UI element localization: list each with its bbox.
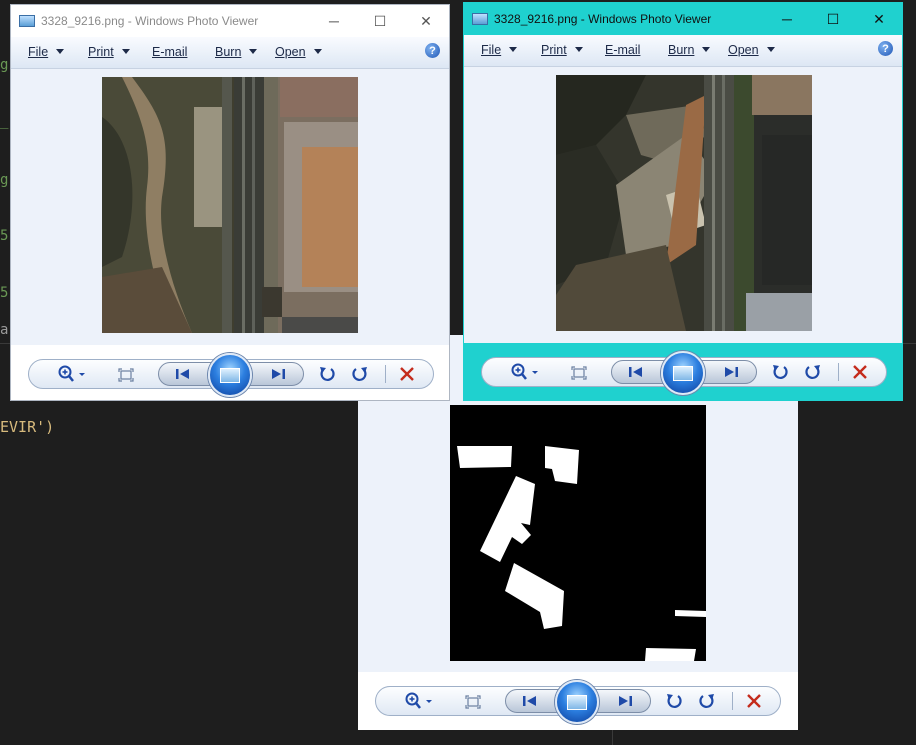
- delete-icon[interactable]: [850, 363, 870, 381]
- zoom-icon[interactable]: [55, 365, 91, 383]
- previous-icon[interactable]: [518, 692, 542, 710]
- menu-burn[interactable]: Burn: [668, 43, 711, 57]
- menu-open[interactable]: Open: [275, 45, 322, 59]
- title-bar[interactable]: 3328_9216.png - Windows Photo Viewer ─ ☐…: [464, 3, 902, 35]
- delete-icon[interactable]: [744, 692, 764, 710]
- window-title: 3328_9216.png - Windows Photo Viewer: [41, 14, 259, 28]
- minimize-button[interactable]: ─: [764, 3, 810, 35]
- menu-label: E-mail: [605, 43, 641, 57]
- chevron-down-icon: [574, 47, 583, 52]
- chevron-down-icon: [249, 49, 258, 54]
- rotate-cw-icon[interactable]: [697, 691, 717, 711]
- code-fragment: g: [0, 57, 9, 73]
- rotate-cw-icon[interactable]: [350, 364, 370, 384]
- rotate-cw-icon[interactable]: [803, 362, 823, 382]
- app-icon: [472, 13, 488, 25]
- menu-label: Print: [541, 43, 567, 57]
- next-icon[interactable]: [719, 363, 743, 381]
- zoom-icon[interactable]: [508, 363, 544, 381]
- rotate-ccw-icon[interactable]: [770, 362, 790, 382]
- title-bar[interactable]: 3328_9216.png - Windows Photo Viewer ─ ☐…: [11, 5, 449, 37]
- next-icon[interactable]: [613, 692, 637, 710]
- maximize-button[interactable]: ☐: [810, 3, 856, 35]
- previous-icon[interactable]: [171, 365, 195, 383]
- chevron-down-icon: [509, 47, 518, 52]
- photo-viewer-window-right[interactable]: 3328_9216.png - Windows Photo Viewer ─ ☐…: [463, 2, 903, 401]
- menu-file[interactable]: File: [481, 43, 518, 57]
- aerial-photo: [556, 75, 812, 331]
- code-fragment: _: [0, 113, 9, 129]
- next-icon[interactable]: [266, 365, 290, 383]
- toolbar-separator: [732, 692, 733, 710]
- chevron-down-icon: [702, 47, 711, 52]
- close-button[interactable]: ✕: [403, 5, 449, 37]
- code-fragment: 5: [0, 228, 9, 244]
- viewer-toolbar: [358, 672, 798, 730]
- image-canvas: [464, 67, 902, 343]
- menu-email[interactable]: E-mail: [605, 43, 640, 57]
- menu-open[interactable]: Open: [728, 43, 775, 57]
- menu-print[interactable]: Print: [88, 45, 130, 59]
- actual-size-icon[interactable]: [464, 694, 482, 710]
- chevron-down-icon: [313, 49, 322, 54]
- menu-label: Open: [275, 45, 306, 59]
- aerial-photo: [102, 77, 358, 333]
- photo-viewer-window-left[interactable]: 3328_9216.png - Windows Photo Viewer ─ ☐…: [10, 4, 450, 401]
- menu-label: E-mail: [152, 45, 188, 59]
- menu-file[interactable]: File: [28, 45, 65, 59]
- help-icon[interactable]: ?: [425, 43, 440, 58]
- code-fragment: 5: [0, 285, 9, 301]
- toolbar-separator: [838, 363, 839, 381]
- viewer-toolbar: [464, 343, 902, 400]
- viewer-toolbar: [11, 345, 449, 400]
- chevron-down-icon: [56, 49, 65, 54]
- help-icon[interactable]: ?: [878, 41, 893, 56]
- toolbar-separator: [385, 365, 386, 383]
- code-fragment: a: [0, 322, 9, 338]
- menu-label: File: [481, 43, 502, 57]
- menu-burn[interactable]: Burn: [215, 45, 258, 59]
- mask-image: [450, 405, 706, 661]
- menu-bar: File Print E-mail Burn Open ?: [11, 37, 449, 69]
- chevron-down-icon: [766, 47, 775, 52]
- delete-icon[interactable]: [397, 365, 417, 383]
- chevron-down-icon: [121, 49, 130, 54]
- menu-print[interactable]: Print: [541, 43, 583, 57]
- slideshow-icon[interactable]: [661, 351, 705, 395]
- code-line: EVIR'): [0, 418, 55, 436]
- rotate-ccw-icon[interactable]: [664, 691, 684, 711]
- menu-label: Print: [88, 45, 114, 59]
- slideshow-icon[interactable]: [208, 353, 252, 397]
- menu-label: File: [28, 45, 49, 59]
- actual-size-icon[interactable]: [117, 367, 135, 383]
- code-fragment: g: [0, 172, 9, 188]
- menu-label: Burn: [668, 43, 695, 57]
- menu-bar: File Print E-mail Burn Open ?: [464, 35, 902, 67]
- menu-email[interactable]: E-mail: [152, 45, 187, 59]
- close-button[interactable]: ✕: [856, 3, 902, 35]
- zoom-icon[interactable]: [402, 692, 438, 710]
- menu-label: Burn: [215, 45, 242, 59]
- window-title: 3328_9216.png - Windows Photo Viewer: [494, 12, 712, 26]
- maximize-button[interactable]: ☐: [357, 5, 403, 37]
- app-icon: [19, 15, 35, 27]
- image-canvas: [11, 69, 449, 345]
- rotate-ccw-icon[interactable]: [317, 364, 337, 384]
- menu-label: Open: [728, 43, 759, 57]
- previous-icon[interactable]: [624, 363, 648, 381]
- slideshow-icon[interactable]: [555, 680, 599, 724]
- minimize-button[interactable]: ─: [311, 5, 357, 37]
- actual-size-icon[interactable]: [570, 365, 588, 381]
